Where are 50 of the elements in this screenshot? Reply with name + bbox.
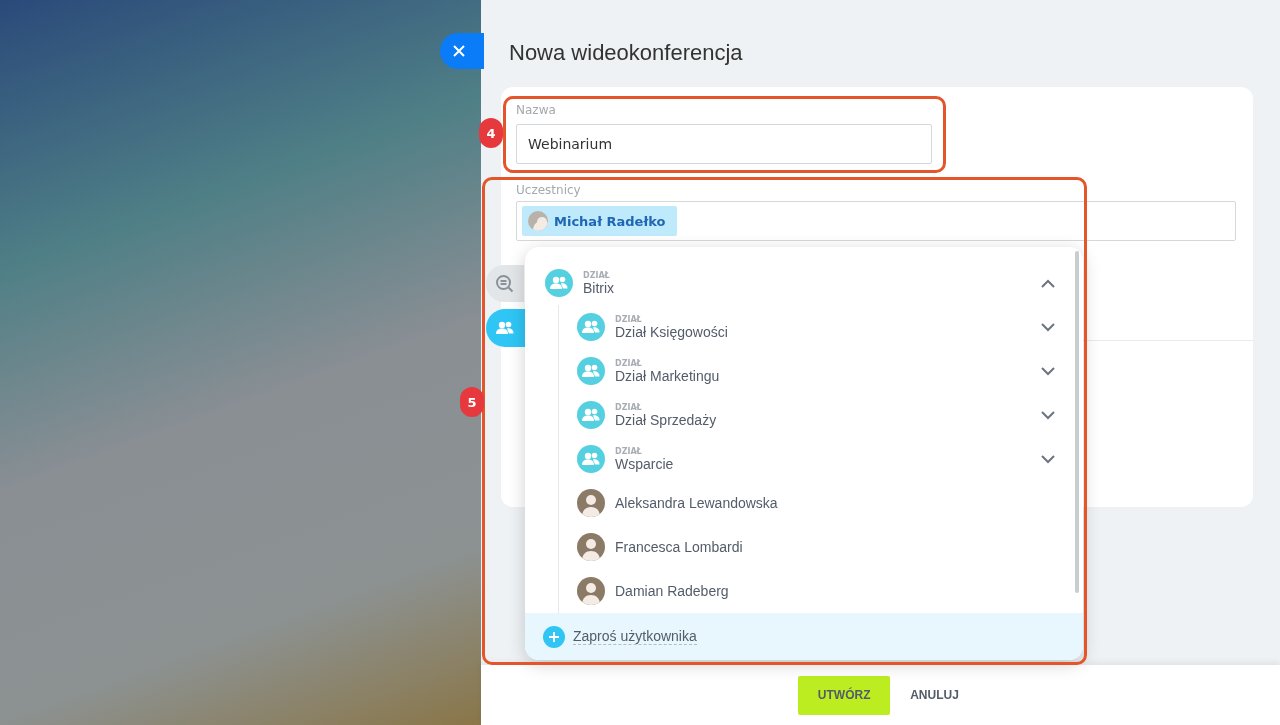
type-label: DZIAŁ <box>615 358 643 368</box>
users-icon <box>577 401 605 429</box>
type-label: DZIAŁ <box>615 446 643 456</box>
chevron-down-icon[interactable] <box>1041 366 1055 376</box>
users-icon <box>577 445 605 473</box>
type-label: DZIAŁ <box>615 402 643 412</box>
users-icon <box>577 357 605 385</box>
create-button[interactable]: UTWÓRZ <box>798 675 891 715</box>
chevron-down-icon[interactable] <box>1041 322 1055 332</box>
item-name: Dział Sprzedaży <box>615 411 718 428</box>
item-name: Aleksandra Lewandowska <box>615 495 778 511</box>
item-name: Dział Marketingu <box>615 367 721 384</box>
department-item[interactable]: DZIAŁ Dział Księgowości <box>577 305 1071 349</box>
chevron-down-icon[interactable] <box>1041 410 1055 420</box>
field-label: Uczestnicy <box>516 182 582 199</box>
item-name: Francesca Lombardi <box>615 539 743 555</box>
user-item[interactable]: Damian Radeberg <box>577 569 1071 613</box>
item-name: Bitrix <box>583 279 616 296</box>
name-input-field[interactable]: Webinarium <box>516 124 932 164</box>
user-item[interactable]: Francesca Lombardi <box>577 525 1071 569</box>
item-name: Dział Księgowości <box>615 323 729 340</box>
dialog-title: Nowa wideokonferencja <box>508 39 744 67</box>
department-item[interactable]: DZIAŁ Dział Sprzedaży <box>577 393 1071 437</box>
field-label: Nazwa <box>516 102 557 119</box>
department-item[interactable]: DZIAŁ Wsparcie <box>577 437 1071 481</box>
participants-field[interactable]: Michał Radełko <box>516 201 1236 241</box>
participant-chip[interactable]: Michał Radełko <box>522 206 678 236</box>
search-icon <box>495 273 515 294</box>
user-item[interactable]: Aleksandra Lewandowska <box>577 481 1071 525</box>
department-item[interactable]: DZIAŁ Dział Marketingu <box>577 349 1071 393</box>
item-name: Damian Radeberg <box>615 583 729 599</box>
chevron-down-icon[interactable] <box>1041 454 1055 464</box>
close-button[interactable] <box>440 33 484 69</box>
item-name: Wsparcie <box>615 455 675 472</box>
chevron-up-icon[interactable] <box>1041 278 1055 288</box>
type-label: DZIAŁ <box>615 314 643 324</box>
users-icon <box>577 313 605 341</box>
close-icon <box>453 45 465 57</box>
avatar-icon <box>577 577 605 605</box>
type-label: DZIAŁ <box>583 270 611 280</box>
cancel-button[interactable]: ANULUJ <box>906 675 963 715</box>
scrollbar[interactable] <box>1075 251 1079 593</box>
avatar-icon <box>577 533 605 561</box>
users-icon <box>496 321 514 335</box>
invite-user-link[interactable]: Zaproś użytkownika <box>573 628 697 645</box>
users-icon <box>545 269 573 297</box>
avatar-icon <box>528 211 548 231</box>
avatar-icon <box>577 489 605 517</box>
search-tab[interactable] <box>486 265 524 302</box>
department-item[interactable]: DZIAŁ Bitrix <box>545 261 1071 305</box>
